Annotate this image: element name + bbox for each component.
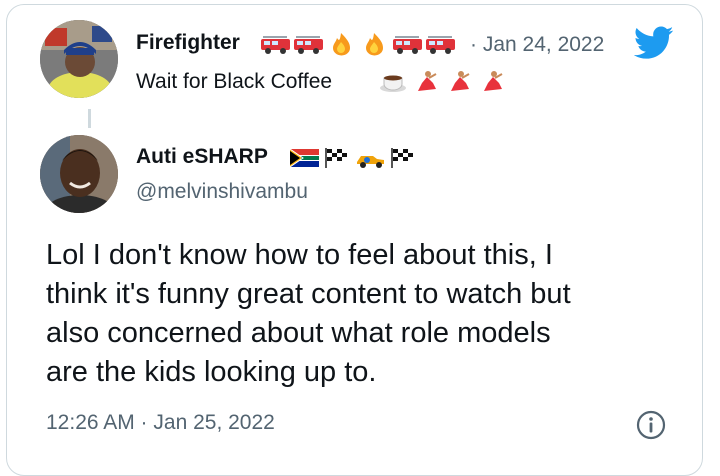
reply-avatar[interactable] (40, 135, 118, 213)
checkered-flag-icon (391, 148, 413, 168)
reply-timestamp[interactable]: 12:26 AM · Jan 25, 2022 (46, 411, 275, 435)
fire-icon (366, 33, 383, 56)
parent-bio-text: Wait for Black Coffee (136, 70, 333, 93)
fire-engine-icon (294, 36, 323, 54)
parent-display-name[interactable]: Firefighter (136, 31, 240, 55)
dancer-icon (451, 71, 470, 91)
reply-handle[interactable]: @melvinshivambu (136, 180, 308, 204)
tweet-text-line: also concerned about what role models (46, 317, 551, 349)
tweet-text-line: Lol I don't know how to feel about this,… (46, 239, 553, 271)
fire-icon (333, 33, 350, 56)
parent-avatar[interactable] (40, 20, 118, 98)
dancer-icon (418, 71, 437, 91)
fire-engine-icon (261, 36, 290, 54)
thread-connector (88, 109, 91, 128)
south-africa-flag-icon (289, 148, 319, 168)
race-car-icon (357, 156, 384, 168)
reply-display-name[interactable]: Auti eSHARP (136, 145, 268, 169)
fire-engine-icon (426, 36, 455, 54)
fire-engine-icon (393, 36, 422, 54)
tweet-text-line: think it's funny great content to watch … (46, 278, 571, 310)
tweet-text-line: are the kids looking up to. (46, 356, 377, 388)
checkered-flag-icon (325, 148, 347, 168)
parent-dateline[interactable]: · Jan 24, 2022 (470, 33, 604, 57)
parent-bio-emojis (378, 70, 508, 94)
parent-date: Jan 24, 2022 (482, 33, 605, 56)
dot-separator: · (470, 33, 477, 56)
coffee-icon (380, 75, 406, 92)
parent-name-emojis (260, 32, 456, 56)
twitter-bird-icon[interactable] (634, 26, 674, 60)
reply-name-emojis (289, 146, 419, 170)
info-icon[interactable] (635, 409, 667, 441)
reply-tweet-text: Lol I don't know how to feel about this,… (46, 236, 686, 392)
dancer-icon (484, 71, 503, 91)
